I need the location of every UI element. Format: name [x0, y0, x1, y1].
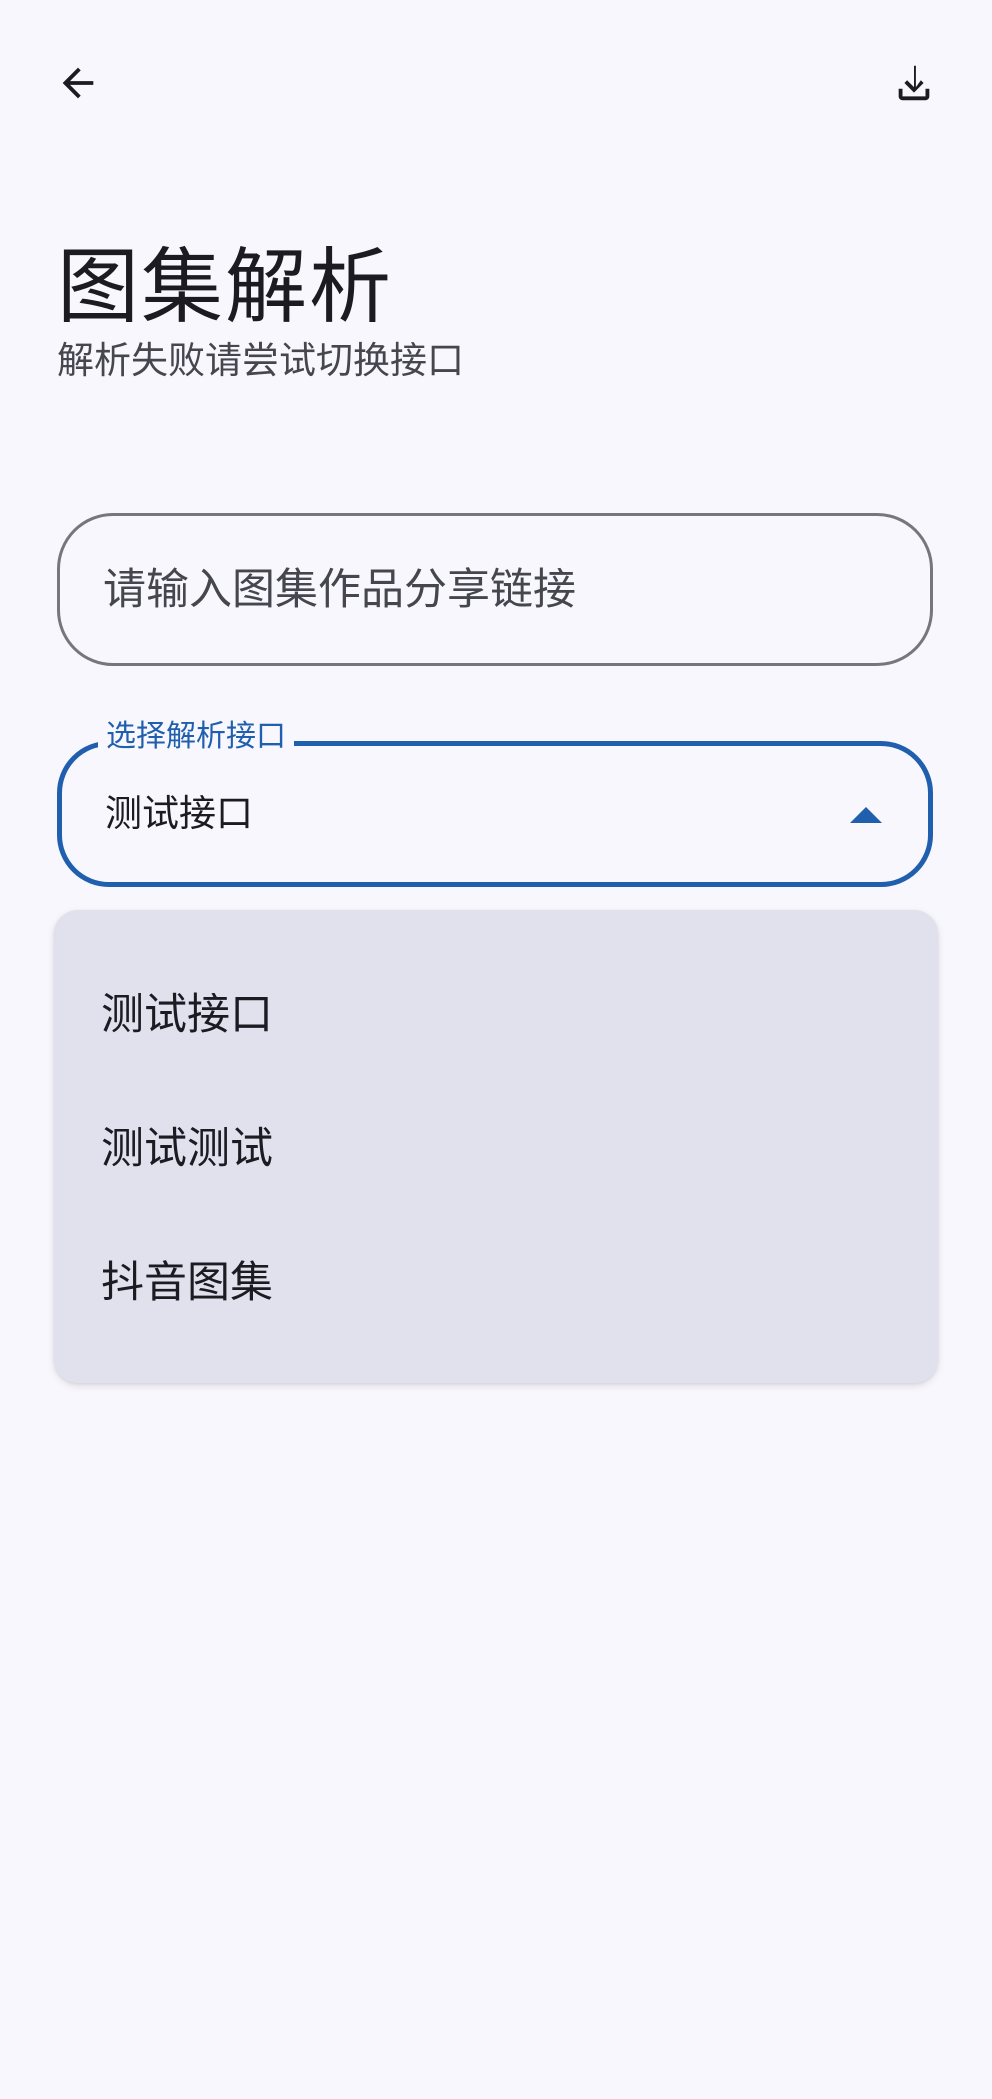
- share-link-field[interactable]: [57, 513, 933, 666]
- back-button[interactable]: [38, 43, 118, 123]
- api-select-value: 测试接口: [105, 792, 253, 835]
- page-subtitle: 解析失败请尝试切换接口: [57, 339, 464, 382]
- api-select-label: 选择解析接口: [98, 716, 294, 758]
- menu-option-test-api[interactable]: 测试接口: [54, 944, 938, 1078]
- share-link-input[interactable]: [103, 564, 930, 615]
- api-select-dropdown[interactable]: 选择解析接口 测试接口: [57, 716, 933, 887]
- menu-option-douyin-gallery[interactable]: 抖音图集: [54, 1212, 938, 1346]
- arrow-back-icon: [62, 67, 94, 99]
- arrow-up-icon[interactable]: [850, 803, 882, 825]
- menu-option-test-test[interactable]: 测试测试: [54, 1078, 938, 1212]
- download-icon: [898, 65, 930, 101]
- api-options-menu: 测试接口 测试测试 抖音图集: [54, 910, 938, 1383]
- download-button[interactable]: [874, 43, 954, 123]
- page-title: 图集解析: [57, 240, 394, 335]
